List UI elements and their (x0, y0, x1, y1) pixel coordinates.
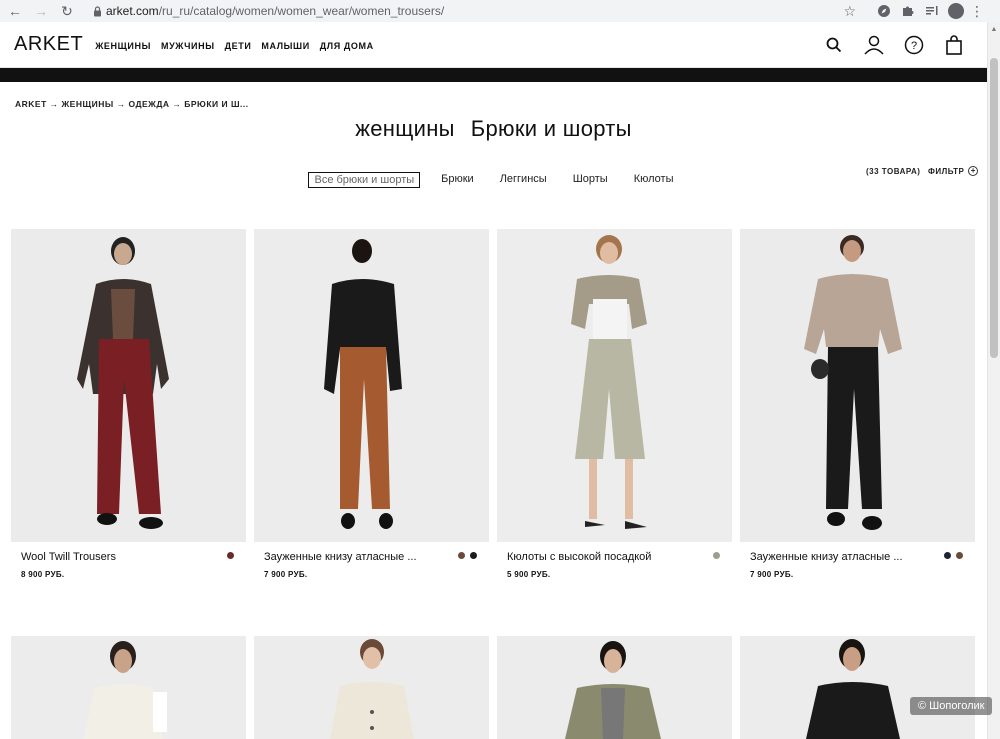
product-name[interactable]: Wool Twill Trousers (21, 551, 116, 563)
breadcrumb[interactable]: ARKET → ЖЕНЩИНЫ → ОДЕЖДА → БРЮКИ И Ш... (15, 99, 249, 109)
page-scrollbar[interactable]: ▲ (987, 22, 1000, 739)
nav-men[interactable]: МУЖЧИНЫ (161, 41, 215, 51)
title-category: женщины (355, 116, 455, 141)
color-swatches (713, 552, 720, 559)
extension-compass-icon[interactable] (876, 3, 892, 19)
bookmark-star-icon[interactable]: ☆ (843, 3, 856, 20)
scroll-thumb[interactable] (990, 58, 998, 358)
color-swatches (944, 552, 963, 559)
title-subcategory: Брюки и шорты (470, 116, 632, 141)
product-name[interactable]: Зауженные книзу атласные ... (264, 551, 417, 563)
url-text: arket.com/ru_ru/catalog/women/women_wear… (106, 4, 445, 18)
product-image[interactable] (740, 636, 975, 739)
menu-kebab-icon[interactable]: ⋮ (970, 3, 984, 20)
nav-kids[interactable]: ДЕТИ (225, 41, 252, 51)
product-image[interactable] (497, 636, 732, 739)
main-nav: ЖЕНЩИНЫ МУЖЧИНЫ ДЕТИ МАЛЫШИ ДЛЯ ДОМА (95, 41, 374, 51)
filter-button[interactable]: ФИЛЬТР + (928, 166, 979, 176)
promo-strip (0, 68, 987, 82)
site-header: ARKET ЖЕНЩИНЫ МУЖЧИНЫ ДЕТИ МАЛЫШИ ДЛЯ ДО… (0, 22, 987, 68)
lock-icon (88, 5, 106, 17)
filter-leggings[interactable]: Леггинсы (495, 172, 552, 188)
product-price: 7 900 РУБ. (264, 570, 308, 579)
page-title: женщины Брюки и шорты (0, 116, 987, 142)
svg-text:?: ? (911, 40, 917, 52)
product-image[interactable] (254, 229, 489, 542)
product-price: 7 900 РУБ. (750, 570, 794, 579)
product-card[interactable] (254, 636, 489, 739)
product-image[interactable] (11, 229, 246, 542)
product-price: 8 900 РУБ. (21, 570, 65, 579)
profile-avatar-icon[interactable] (948, 3, 964, 19)
product-card[interactable] (497, 636, 732, 739)
color-swatch[interactable] (470, 552, 477, 559)
nav-baby[interactable]: МАЛЫШИ (261, 41, 309, 51)
filter-trousers[interactable]: Брюки (436, 172, 479, 188)
reload-icon[interactable]: ↻ (56, 0, 78, 22)
product-card[interactable]: Зауженные книзу атласные ... 7 900 РУБ. (254, 229, 489, 579)
help-icon[interactable]: ? (903, 34, 925, 56)
watermark: © Шопоголик (910, 697, 993, 715)
product-card[interactable]: Кюлоты с высокой посадкой 5 900 РУБ. (497, 229, 732, 579)
browser-toolbar: ← → ↻ arket.com/ru_ru/catalog/women/wome… (0, 0, 1000, 22)
product-count: (33 ТОВАРА) (866, 167, 921, 176)
product-card[interactable] (11, 636, 246, 739)
product-name[interactable]: Кюлоты с высокой посадкой (507, 551, 651, 563)
color-swatches (458, 552, 477, 559)
reading-list-icon[interactable] (924, 3, 940, 19)
product-card[interactable]: Зауженные книзу атласные ... 7 900 РУБ. (740, 229, 975, 579)
nav-home[interactable]: ДЛЯ ДОМА (320, 41, 374, 51)
product-image[interactable] (11, 636, 246, 739)
color-swatch[interactable] (713, 552, 720, 559)
product-card[interactable]: Wool Twill Trousers 8 900 РУБ. (11, 229, 246, 579)
product-name[interactable]: Зауженные книзу атласные ... (750, 551, 903, 563)
arket-logo[interactable]: ARKET (14, 33, 83, 56)
plus-circle-icon: + (968, 166, 979, 176)
puzzle-icon[interactable] (900, 3, 916, 19)
bag-icon[interactable] (943, 34, 965, 56)
filter-culottes[interactable]: Кюлоты (629, 172, 679, 188)
address-bar[interactable]: arket.com/ru_ru/catalog/women/women_wear… (86, 0, 862, 22)
filter-all[interactable]: Все брюки и шорты (308, 172, 421, 188)
account-icon[interactable] (863, 34, 885, 56)
scroll-up-arrow-icon[interactable]: ▲ (988, 22, 1000, 36)
product-image[interactable] (254, 636, 489, 739)
color-swatch[interactable] (944, 552, 951, 559)
product-image[interactable] (497, 229, 732, 542)
search-icon[interactable] (823, 34, 845, 56)
forward-arrow-icon[interactable]: → (30, 0, 52, 22)
filter-label: ФИЛЬТР (928, 166, 965, 176)
color-swatch[interactable] (956, 552, 963, 559)
color-swatch[interactable] (458, 552, 465, 559)
color-swatch[interactable] (227, 552, 234, 559)
product-image[interactable] (740, 229, 975, 542)
nav-women[interactable]: ЖЕНЩИНЫ (95, 41, 151, 51)
product-price: 5 900 РУБ. (507, 570, 551, 579)
product-card[interactable] (740, 636, 975, 739)
back-arrow-icon[interactable]: ← (4, 0, 26, 22)
subcategory-filters: Все брюки и шорты Брюки Леггинсы Шорты К… (0, 172, 987, 188)
filter-shorts[interactable]: Шорты (568, 172, 613, 188)
color-swatches (227, 552, 234, 559)
